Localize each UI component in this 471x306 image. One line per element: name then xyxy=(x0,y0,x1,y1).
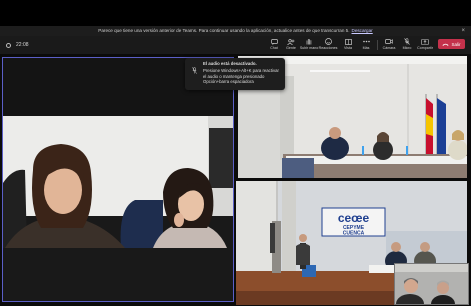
share-button[interactable]: Compartir xyxy=(416,38,434,52)
mic-button[interactable]: Micro xyxy=(398,38,416,52)
self-view-video[interactable] xyxy=(394,263,469,305)
chat-label: Chat xyxy=(270,46,278,50)
banner-download-link[interactable]: Descargar xyxy=(352,26,373,36)
mic-label: Micro xyxy=(402,46,412,50)
tooltip-body: Presione Windows+Alt+K para reactivar el… xyxy=(203,68,279,84)
mic-off-icon xyxy=(403,38,411,45)
reactions-button[interactable]: Reacciones xyxy=(319,38,337,52)
video-feed-two-participants xyxy=(3,58,233,301)
meeting-info: 22:08 xyxy=(6,36,29,54)
meeting-toolbar: 22:08 Chat Gente Subir mano Reacciones V… xyxy=(0,36,471,54)
view-icon xyxy=(344,38,352,45)
leave-label: Salir xyxy=(451,41,461,47)
raise-hand-icon xyxy=(305,38,313,45)
raise-hand-label: Subir mano xyxy=(299,46,319,50)
chat-button[interactable]: Chat xyxy=(265,38,283,52)
phone-hangup-icon xyxy=(442,42,450,47)
more-button[interactable]: Más xyxy=(357,38,375,52)
leave-button[interactable]: Salir xyxy=(438,39,465,49)
people-label: Gente xyxy=(286,46,296,50)
share-icon xyxy=(421,38,429,45)
people-button[interactable]: Gente xyxy=(282,38,300,52)
chat-icon xyxy=(270,38,278,45)
video-tile-main[interactable] xyxy=(2,57,234,302)
more-label: Más xyxy=(362,46,370,50)
raise-hand-button[interactable]: Subir mano xyxy=(300,38,318,52)
reactions-icon xyxy=(324,38,332,45)
camera-button[interactable]: Cámara xyxy=(380,38,398,52)
update-banner: Parece que tiene una versión anterior de… xyxy=(0,26,471,36)
share-label: Compartir xyxy=(417,46,433,50)
self-view-feed xyxy=(395,264,468,304)
view-label: Vista xyxy=(344,46,352,50)
banner-text: Parece que tiene una versión anterior de… xyxy=(98,28,350,33)
view-button[interactable]: Vista xyxy=(339,38,357,52)
tooltip-title: El audio está desactivado. xyxy=(203,61,257,66)
mic-off-icon xyxy=(192,67,197,75)
camera-label: Cámara xyxy=(382,46,396,50)
meeting-timer: 22:08 xyxy=(16,42,29,48)
shield-icon[interactable] xyxy=(6,42,11,48)
reactions-label: Reacciones xyxy=(318,46,338,50)
more-icon xyxy=(362,38,370,45)
audio-muted-tooltip: El audio está desactivado. Presione Wind… xyxy=(185,58,285,90)
logo-cuenca-text: CUENCA xyxy=(343,231,365,237)
close-icon[interactable]: × xyxy=(461,26,465,36)
logo-cepyme-graphic: ceœe xyxy=(338,211,370,225)
toolbar-divider xyxy=(377,40,378,50)
people-icon xyxy=(287,38,295,45)
title-bar xyxy=(0,0,471,26)
camera-icon xyxy=(385,38,393,45)
